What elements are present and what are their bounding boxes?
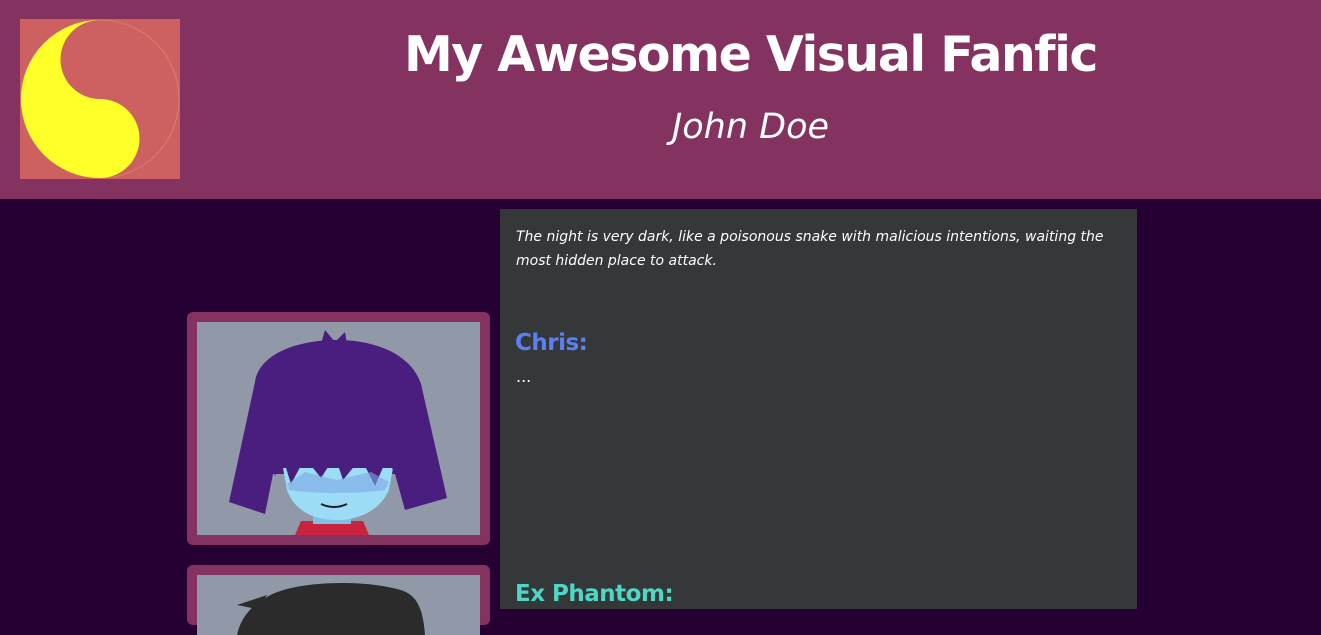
logo-letter-f: F xyxy=(88,111,111,157)
page-title: My Awesome Visual Fanfic xyxy=(404,26,1098,83)
portrait-frame-chris xyxy=(187,312,490,545)
yin-yang-logo-icon[interactable]: V F xyxy=(20,19,180,179)
speaker-name-chris: Chris: xyxy=(515,330,588,356)
speaker-name-ex-phantom: Ex Phantom: xyxy=(515,581,674,607)
story-panel: The night is very dark, like a poisonous… xyxy=(500,209,1137,609)
portrait-chris xyxy=(197,322,480,535)
author-name: John Doe xyxy=(671,107,830,147)
dialogue-text-chris: ... xyxy=(516,367,532,386)
ex-phantom-avatar-icon xyxy=(197,575,480,635)
chris-avatar-icon xyxy=(197,322,480,535)
portrait-frame-ex-phantom xyxy=(187,565,490,635)
narration-text: The night is very dark, like a poisonous… xyxy=(516,229,1104,269)
logo-letter-v: V xyxy=(90,41,118,87)
portrait-ex-phantom xyxy=(197,575,480,635)
site-header: V F My Awesome Visual Fanfic John Doe xyxy=(0,0,1321,199)
